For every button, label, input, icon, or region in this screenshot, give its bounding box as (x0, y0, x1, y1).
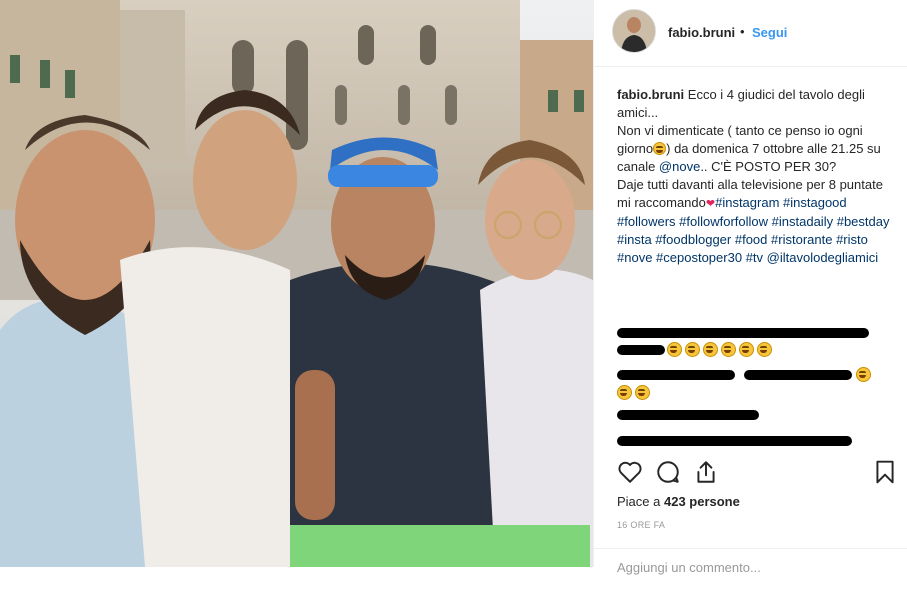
post-actions (617, 459, 897, 485)
hashtag[interactable]: #followforfollow (679, 214, 768, 229)
mention-iltavolodegliamici[interactable]: @iltavolodegliamici (767, 250, 878, 265)
likes-number[interactable]: 423 persone (664, 494, 740, 509)
hashtag[interactable]: #instagood (783, 195, 847, 210)
like-heart-icon[interactable] (617, 459, 643, 485)
comment-emojis (667, 342, 775, 360)
comment-emojis (856, 367, 874, 385)
grimacing-emoji-icon (685, 342, 700, 357)
grimacing-emoji-icon (667, 342, 682, 357)
hashtag[interactable]: #instagram (715, 195, 779, 210)
redacted-comment (617, 410, 759, 420)
post-timestamp[interactable]: 16 ORE FA (617, 520, 665, 530)
avatar[interactable] (612, 9, 656, 53)
hashtag[interactable]: #nove (617, 250, 652, 265)
redacted-comment (617, 345, 665, 355)
share-upload-icon[interactable] (693, 459, 719, 485)
add-comment-bar[interactable]: Aggiungi un commento... (594, 548, 907, 589)
hashtag[interactable]: #risto (836, 232, 868, 247)
hashtag[interactable]: #ristorante (771, 232, 832, 247)
comment-emojis (617, 385, 653, 403)
hashtag[interactable]: #bestday (837, 214, 890, 229)
add-comment-placeholder[interactable]: Aggiungi un commento... (617, 560, 761, 575)
header-dot-separator: • (740, 24, 745, 39)
redacted-comment (617, 436, 852, 446)
likes-count[interactable]: Piace a 423 persone (617, 494, 740, 509)
header-username[interactable]: fabio.bruni (668, 25, 735, 40)
redacted-comment (617, 370, 735, 380)
caption-username[interactable]: fabio.bruni (617, 87, 684, 102)
comment-bubble-icon[interactable] (655, 459, 681, 485)
hashtag[interactable]: #followers (617, 214, 676, 229)
hashtag[interactable]: #food (735, 232, 768, 247)
redacted-comment (744, 370, 852, 380)
grimacing-emoji-icon (739, 342, 754, 357)
follow-button[interactable]: Segui (752, 25, 787, 40)
grimacing-emoji-icon (635, 385, 650, 400)
post-photo[interactable] (0, 0, 593, 567)
mention-nove[interactable]: @nove (659, 159, 700, 174)
heart-emoji-icon: ❤ (705, 198, 716, 210)
grimacing-emoji-icon (721, 342, 736, 357)
grimacing-emoji-icon (653, 142, 667, 155)
hashtag[interactable]: #cepostoper30 (656, 250, 742, 265)
likes-prefix: Piace a (617, 494, 664, 509)
bookmark-icon[interactable] (872, 459, 898, 485)
grimacing-emoji-icon (757, 342, 772, 357)
post-side-panel: fabio.bruni • Segui fabio.bruni Ecco i 4… (593, 0, 907, 575)
redacted-comment (617, 328, 869, 338)
hashtag[interactable]: #tv (746, 250, 763, 265)
hashtag[interactable]: #insta (617, 232, 652, 247)
post-header: fabio.bruni • Segui (594, 0, 907, 67)
grimacing-emoji-icon (703, 342, 718, 357)
post-caption: fabio.bruni Ecco i 4 giudici del tavolo … (617, 86, 897, 267)
caption-line-4: .. C'È POSTO PER 30? (700, 159, 837, 174)
grimacing-emoji-icon (856, 367, 871, 382)
hashtag[interactable]: #instadaily (772, 214, 833, 229)
grimacing-emoji-icon (617, 385, 632, 400)
hashtag[interactable]: #foodblogger (655, 232, 731, 247)
